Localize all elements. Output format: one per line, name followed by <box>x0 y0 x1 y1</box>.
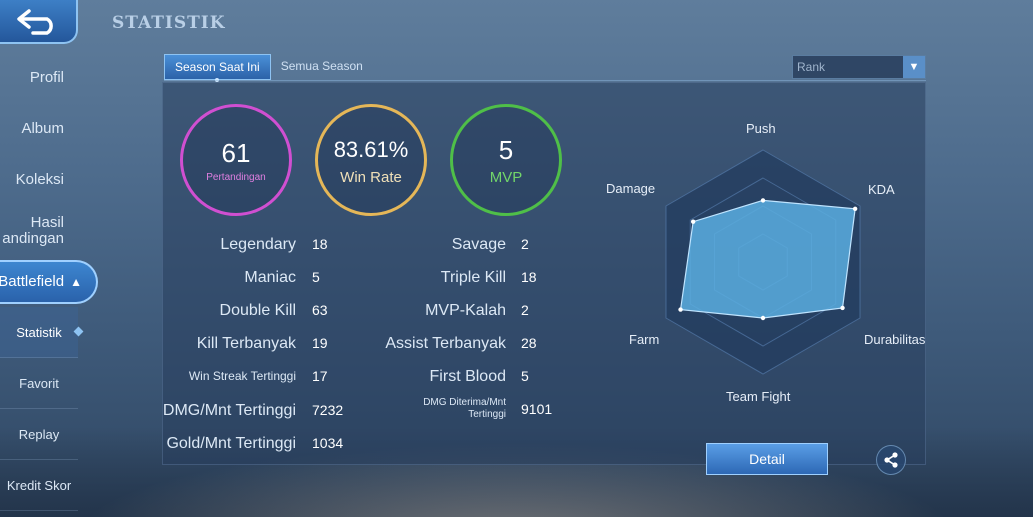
radar-axis-label: Damage <box>606 181 656 196</box>
stat-value: 63 <box>312 302 328 318</box>
stat-label: Triple Kill <box>440 269 506 286</box>
radar-axis-label: Farm <box>629 332 660 347</box>
sidebar-item-label: Album <box>21 119 64 137</box>
stat-label: MVP-Kalah <box>425 302 506 319</box>
tab-season-saat-ini[interactable]: Season Saat Ini <box>164 54 271 82</box>
stat-value: 7232 <box>312 402 344 418</box>
radar-axis-label: Push <box>746 121 776 136</box>
sidebar-subitem-kredit-skor[interactable]: Kredit Skor <box>0 460 78 511</box>
radar-data-point <box>760 198 766 203</box>
detail-button[interactable]: Detail <box>706 443 828 475</box>
stat-value: 19 <box>312 335 328 351</box>
stat-label: Maniac <box>244 269 296 286</box>
sidebar-subitem-label: Replay <box>18 426 60 442</box>
stat-label-line: Tertinggi <box>468 409 506 420</box>
sidebar-subitem-label: Kredit Skor <box>6 477 72 493</box>
winrate-circle: 83.61% Win Rate <box>315 104 427 216</box>
sidebar-item-label: Profil <box>29 68 64 86</box>
stat-value: 17 <box>312 368 328 384</box>
back-arrow-icon <box>17 9 53 35</box>
radar-data-area <box>679 199 856 319</box>
stat-value: 1034 <box>312 435 344 451</box>
sidebar-subitem-label: Statistik <box>16 324 62 340</box>
radar-data-point <box>760 315 766 321</box>
stat-label: DMG Diterima/Mnt Tertinggi <box>423 397 506 421</box>
stat-value: 18 <box>521 269 537 285</box>
page-title: STATISTIK <box>112 13 226 33</box>
stat-label: First Blood <box>429 368 506 385</box>
radar-axis-label: Team Fight <box>726 389 791 404</box>
sidebar-item-label: andingan <box>2 229 64 247</box>
stat-value: 9101 <box>521 401 553 417</box>
matches-circle: 61 Pertandingan <box>180 104 292 216</box>
tab-divider <box>164 80 926 81</box>
chevron-up-icon: ▲ <box>70 275 82 289</box>
sidebar-subitem-replay[interactable]: Replay <box>0 409 78 460</box>
stat-value: 2 <box>521 236 529 252</box>
radar-chart <box>600 112 930 412</box>
radar-axis-label: KDA <box>868 182 895 197</box>
mode-select[interactable]: Rank ▼ <box>792 55 926 79</box>
share-icon <box>884 452 898 468</box>
sidebar-item-battlefield[interactable]: Battlefield ▲ <box>0 260 98 304</box>
back-button[interactable] <box>0 0 78 44</box>
stat-label: Win Streak Tertinggi <box>188 369 296 383</box>
stat-label: Assist Terbanyak <box>385 335 506 352</box>
stat-label-line: DMG Diterima/Mnt <box>423 397 506 408</box>
radar-data-point <box>852 206 858 211</box>
season-tabs: Season Saat Ini Semua Season <box>164 54 373 82</box>
radar-data-point <box>840 305 845 311</box>
mvp-value: 5 <box>498 134 514 165</box>
sidebar-subitem-favorit[interactable]: Favorit <box>0 358 78 409</box>
sidebar-item-koleksi[interactable]: Koleksi <box>0 154 92 205</box>
mvp-circle: 5 MVP <box>450 104 562 216</box>
stat-label: Gold/Mnt Tertinggi <box>166 435 296 452</box>
stat-label: Kill Terbanyak <box>196 335 296 352</box>
radar-data-point <box>690 219 696 224</box>
sidebar-subitem-label: Favorit <box>19 375 59 391</box>
sidebar-item-label: Koleksi <box>15 170 64 188</box>
sidebar: Profil Album Koleksi Hasil andingan Batt… <box>0 52 98 511</box>
stat-label: Double Kill <box>219 302 296 319</box>
sidebar-item-label: Hasil <box>30 213 64 231</box>
matches-value: 61 <box>221 137 251 168</box>
stat-value: 28 <box>521 335 537 351</box>
stat-value: 5 <box>312 269 320 285</box>
tab-semua-season[interactable]: Semua Season <box>271 54 373 80</box>
winrate-value: 83.61% <box>333 136 409 162</box>
matches-label: Pertandingan <box>206 171 266 183</box>
radar-axis-label: Durabilitas <box>864 332 926 347</box>
stat-value: 2 <box>521 302 529 318</box>
mode-select-value: Rank <box>797 60 826 74</box>
stat-label: Savage <box>451 236 506 253</box>
stat-value: 18 <box>312 236 328 252</box>
sidebar-item-hasil-pertandingan[interactable]: Hasil andingan <box>0 205 92 256</box>
stat-label: DMG/Mnt Tertinggi <box>162 402 296 419</box>
sidebar-item-album[interactable]: Album <box>0 103 92 154</box>
radar-svg <box>665 149 861 375</box>
share-button[interactable] <box>876 445 906 475</box>
stat-label: Legendary <box>220 236 296 253</box>
sidebar-subitem-statistik[interactable]: Statistik <box>0 307 78 358</box>
sidebar-item-profil[interactable]: Profil <box>0 52 92 103</box>
winrate-label: Win Rate <box>340 168 402 186</box>
mvp-label: MVP <box>489 168 523 186</box>
sidebar-item-label: Battlefield <box>0 273 65 290</box>
radar-data-point <box>678 307 683 312</box>
chevron-down-icon: ▼ <box>903 56 925 78</box>
stat-value: 5 <box>521 368 529 384</box>
